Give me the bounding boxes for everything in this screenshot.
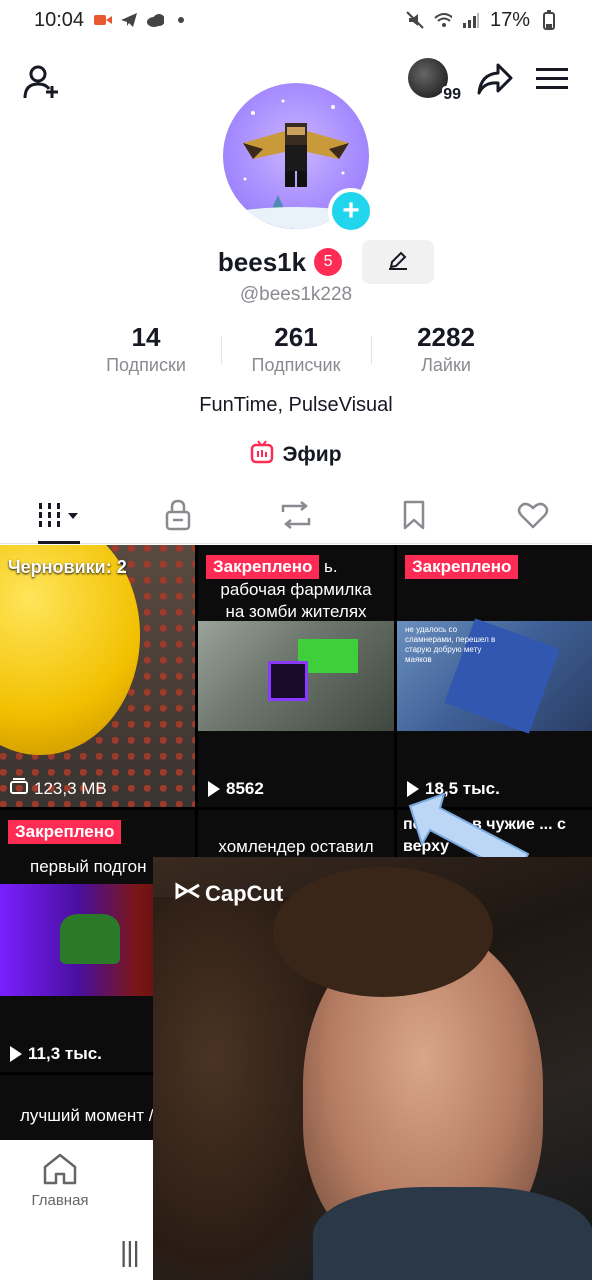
video-tile[interactable]: Закреплено ь. рабочая фармилка на зомби … bbox=[198, 545, 394, 807]
username: bees1k bbox=[217, 246, 307, 277]
tab-reposts[interactable] bbox=[237, 492, 355, 543]
heart-icon bbox=[517, 501, 549, 534]
stat-likes[interactable]: 2282 Лайки bbox=[371, 322, 521, 376]
profile-tabs bbox=[0, 492, 592, 544]
signal-icon bbox=[462, 11, 480, 29]
add-friend-icon[interactable] bbox=[22, 62, 62, 102]
tab-liked[interactable] bbox=[474, 492, 592, 543]
name-row: bees1k 5 bbox=[0, 240, 592, 284]
dot-icon bbox=[172, 11, 190, 29]
thumbnail-text: не удалось со сламнерами, перешел в стар… bbox=[405, 625, 496, 664]
status-time: 10:04 bbox=[34, 8, 85, 31]
status-bar: 10:04 17% bbox=[0, 0, 592, 40]
capcut-label: CapCut bbox=[205, 881, 284, 906]
coins-avatar[interactable]: 99 bbox=[408, 58, 462, 104]
live-link[interactable]: Эфир bbox=[0, 440, 592, 470]
name-badge: 5 bbox=[314, 248, 343, 276]
drafts-label: Черновики: 2 bbox=[8, 557, 127, 577]
grid-icon bbox=[37, 501, 81, 534]
stat-value: 261 bbox=[274, 322, 318, 352]
nav-home[interactable]: Главная bbox=[28, 1152, 92, 1209]
capcut-watermark: CapCut bbox=[175, 881, 283, 907]
storage-icon bbox=[10, 778, 28, 799]
video-tile[interactable]: не удалось со сламнерами, перешел в стар… bbox=[397, 545, 592, 807]
video-thumbnail: не удалось со сламнерами, перешел в стар… bbox=[397, 618, 592, 734]
stat-label: Подписчик bbox=[251, 355, 341, 375]
record-icon bbox=[94, 11, 113, 29]
stat-label: Лайки bbox=[421, 355, 471, 375]
pinned-badge: Закреплено bbox=[405, 555, 519, 579]
edit-profile-button[interactable] bbox=[362, 240, 435, 284]
live-label: Эфир bbox=[282, 443, 342, 466]
overlay-video: CapCut bbox=[153, 857, 592, 1280]
drafts-size: 123,3 MB bbox=[34, 778, 107, 798]
stat-followers[interactable]: 261 Подписчик bbox=[221, 322, 371, 376]
capcut-logo-icon bbox=[175, 881, 201, 907]
recent-apps-icon[interactable]: ||| bbox=[120, 1236, 140, 1268]
tab-favorites[interactable] bbox=[355, 492, 473, 543]
repost-icon bbox=[279, 500, 313, 535]
wifi-icon bbox=[434, 11, 452, 29]
lock-icon bbox=[164, 499, 192, 536]
tab-private[interactable] bbox=[118, 492, 236, 543]
pinned-badge: Закреплено bbox=[206, 555, 320, 579]
pinned-badge: Закреплено bbox=[8, 820, 122, 844]
home-icon bbox=[42, 1153, 78, 1190]
telegram-icon bbox=[120, 11, 138, 29]
video-caption: рабочая фармилка на зомби жителях bbox=[220, 580, 372, 621]
video-thumbnail bbox=[198, 621, 394, 731]
bio: FunTime, PulseVisual bbox=[199, 394, 393, 416]
stat-following[interactable]: 14 Подписки bbox=[71, 322, 221, 376]
cloud-icon bbox=[146, 11, 165, 29]
drafts-tile[interactable]: Черновики: 2 123,3 MB bbox=[0, 545, 195, 807]
user-handle: @bees1k228 bbox=[239, 284, 353, 305]
share-icon[interactable] bbox=[476, 62, 514, 101]
view-count: 8562 bbox=[226, 779, 264, 798]
caption-prefix: ь. bbox=[324, 557, 338, 576]
video-caption: хомлендер оставил bbox=[218, 837, 374, 856]
battery-icon bbox=[540, 10, 558, 30]
stats: 14 Подписки 261 Подписчик 2282 Лайки bbox=[0, 322, 592, 376]
add-avatar-button[interactable]: + bbox=[328, 188, 374, 234]
stat-value: 2282 bbox=[417, 322, 475, 352]
bookmark-icon bbox=[402, 500, 426, 535]
play-icon bbox=[208, 781, 220, 797]
stat-value: 14 bbox=[131, 322, 161, 352]
coins-count: 99 bbox=[442, 86, 462, 104]
pencil-icon bbox=[387, 249, 409, 276]
mute-icon bbox=[406, 11, 424, 29]
menu-icon[interactable] bbox=[536, 66, 568, 97]
battery-percent: 17% bbox=[489, 8, 530, 31]
tab-videos[interactable] bbox=[0, 492, 118, 544]
play-icon bbox=[10, 1046, 22, 1062]
live-tv-icon bbox=[250, 440, 274, 470]
home-label: Главная bbox=[31, 1192, 89, 1209]
view-count: 11,3 тыс. bbox=[28, 1044, 102, 1063]
stat-label: Подписки bbox=[106, 355, 186, 375]
